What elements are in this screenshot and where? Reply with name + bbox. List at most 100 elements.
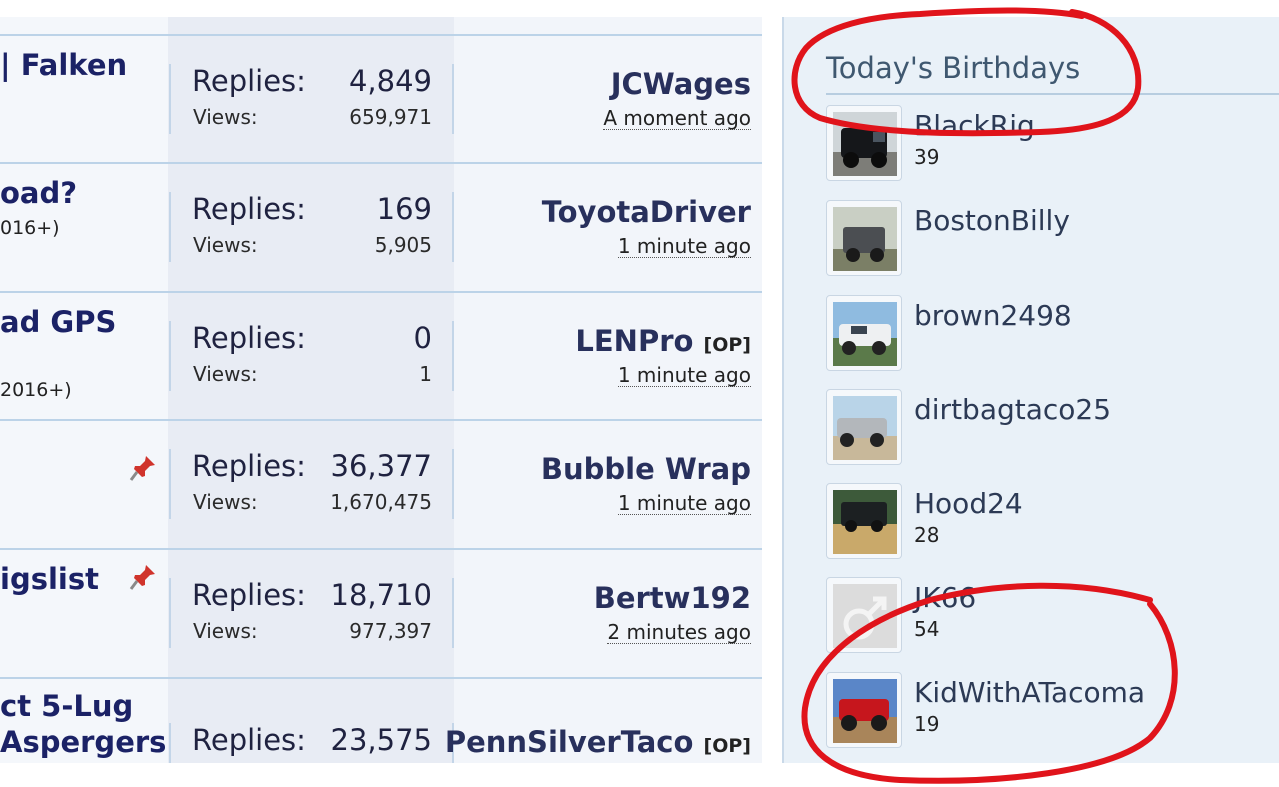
thread-row: | Falken Replies: 4,849 Views: 659,971 J… (0, 34, 762, 162)
thread-row: Replies: 36,377 Views: 1,670,475 Bubble … (0, 419, 762, 547)
last-post-time-link[interactable]: 2 minutes ago (607, 621, 751, 644)
last-poster-name[interactable]: ToyotaDriver (542, 195, 751, 229)
last-poster-name[interactable]: JCWages (611, 67, 751, 101)
member-age: 19 (914, 712, 940, 736)
row-divider (0, 419, 762, 421)
column-divider (452, 578, 454, 648)
avatar[interactable] (826, 483, 902, 559)
birthdays-panel: Today's Birthdays BlackRig 39 BostonBill… (784, 17, 1279, 763)
white-truck-photo (833, 302, 897, 366)
member-name-link[interactable]: BostonBilly (914, 204, 1070, 237)
member-name-link[interactable]: BlackRig (914, 109, 1035, 142)
row-divider (0, 291, 762, 293)
last-poster-name[interactable]: LENPro (575, 324, 693, 358)
op-badge: [OP] (703, 735, 751, 757)
replies-count: 36,377 (330, 449, 432, 483)
thread-title-link-line2[interactable]: Aspergers (0, 725, 166, 759)
last-poster-link[interactable]: Bubble Wrap (541, 452, 751, 486)
member-age: 39 (914, 145, 940, 169)
column-divider (452, 449, 454, 519)
default-male-avatar (833, 584, 897, 648)
column-divider (169, 449, 171, 519)
column-divider (169, 578, 171, 648)
birthday-member: BlackRig 39 (826, 105, 1266, 185)
replies-count: 169 (376, 192, 432, 226)
views-count: 659,971 (349, 105, 432, 129)
avatar[interactable] (826, 200, 902, 276)
avatar[interactable] (826, 295, 902, 371)
last-post-time-link[interactable]: 1 minute ago (617, 364, 751, 387)
thread-row: ad GPS 2016+) Replies: 0 Views: 1 LENPro… (0, 291, 762, 419)
thread-title-link[interactable]: ct 5-Lug (0, 689, 133, 723)
last-poster-name[interactable]: Bubble Wrap (541, 452, 751, 486)
avatar[interactable] (826, 672, 902, 748)
member-age: 28 (914, 523, 940, 547)
last-poster-link[interactable]: JCWages (611, 67, 751, 101)
views-label: Views: (193, 619, 258, 643)
row-divider (0, 162, 762, 164)
last-post-time-link[interactable]: 1 minute ago (617, 235, 751, 258)
birthday-member: Hood24 28 (826, 483, 1266, 563)
last-poster-link[interactable]: ToyotaDriver (542, 195, 751, 229)
last-poster-link[interactable]: PennSilverTaco [OP] (445, 725, 751, 759)
thread-row: oad? 016+) Replies: 169 Views: 5,905 Toy… (0, 162, 762, 290)
black-truck-photo (833, 112, 897, 176)
views-count: 5,905 (374, 233, 432, 257)
replies-count: 0 (413, 321, 432, 355)
op-badge: [OP] (703, 334, 751, 356)
replies-label: Replies: (192, 449, 306, 483)
views-count: 977,397 (349, 619, 432, 643)
thread-list: | Falken Replies: 4,849 Views: 659,971 J… (0, 17, 762, 763)
subforum-link[interactable]: 2016+) (0, 379, 72, 401)
member-name-link[interactable]: JK66 (914, 581, 976, 614)
last-poster-link[interactable]: Bertw192 (594, 581, 751, 615)
views-label: Views: (193, 362, 258, 386)
replies-label: Replies: (192, 578, 306, 612)
member-name-link[interactable]: brown2498 (914, 299, 1072, 332)
thread-row: igslist Replies: 18,710 Views: 977,397 B… (0, 548, 762, 676)
heading-rule (826, 93, 1279, 95)
column-divider (169, 64, 171, 134)
member-name-link[interactable]: KidWithATacoma (914, 676, 1145, 709)
last-poster-name[interactable]: PennSilverTaco (445, 725, 694, 759)
truck-in-field-photo (833, 490, 897, 554)
row-divider (0, 677, 762, 679)
member-name-link[interactable]: dirtbagtaco25 (914, 393, 1111, 426)
avatar[interactable] (826, 389, 902, 465)
avatar[interactable] (826, 577, 902, 653)
last-poster-name[interactable]: Bertw192 (594, 581, 751, 615)
column-divider (169, 321, 171, 391)
views-label: Views: (193, 105, 258, 129)
replies-count: 23,575 (330, 723, 432, 757)
column-divider (169, 192, 171, 262)
gray-jeep-photo (833, 207, 897, 271)
birthday-member: dirtbagtaco25 (826, 389, 1266, 469)
replies-label: Replies: (192, 723, 306, 757)
thread-title-link[interactable]: igslist (0, 562, 99, 596)
replies-label: Replies: (192, 192, 306, 226)
views-count: 1 (419, 362, 432, 386)
views-label: Views: (193, 233, 258, 257)
silver-truck-photo (833, 396, 897, 460)
thread-title-link[interactable]: oad? (0, 176, 77, 210)
replies-label: Replies: (192, 321, 306, 355)
row-divider (0, 548, 762, 550)
subforum-link[interactable]: 016+) (0, 217, 60, 239)
pin-icon (128, 562, 158, 598)
birthday-member: KidWithATacoma 19 (826, 672, 1266, 752)
birthday-member: BostonBilly (826, 200, 1266, 280)
pin-icon (128, 453, 158, 489)
column-divider (169, 723, 171, 763)
replies-count: 4,849 (348, 64, 432, 98)
thread-title-link[interactable]: | Falken (0, 48, 127, 82)
last-poster-link[interactable]: LENPro [OP] (575, 324, 751, 358)
views-count: 1,670,475 (330, 490, 432, 514)
birthday-member: JK66 54 (826, 577, 1266, 657)
thread-title-link[interactable]: ad GPS (0, 305, 116, 339)
member-name-link[interactable]: Hood24 (914, 487, 1023, 520)
avatar[interactable] (826, 105, 902, 181)
member-age: 54 (914, 617, 940, 641)
views-label: Views: (193, 490, 258, 514)
last-post-time-link[interactable]: A moment ago (603, 107, 751, 130)
last-post-time-link[interactable]: 1 minute ago (617, 492, 751, 515)
